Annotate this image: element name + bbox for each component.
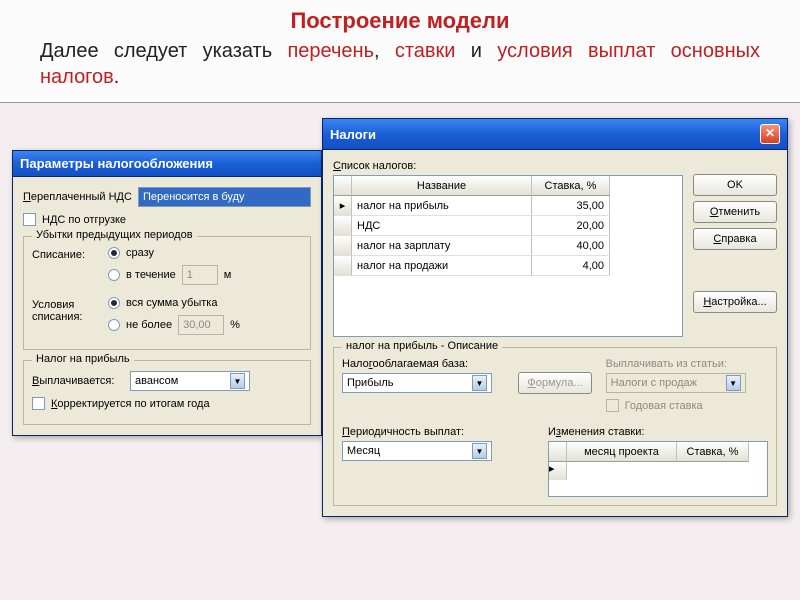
desc-groupbox: налог на прибыль - Описание Налогооблага… xyxy=(333,347,777,506)
chevron-down-icon: ▼ xyxy=(472,375,487,391)
col-name[interactable]: Название xyxy=(352,176,532,196)
cond-label: Условия списания: xyxy=(32,297,100,341)
col-rate[interactable]: Ставка, % xyxy=(532,176,610,196)
chevron-down-icon: ▼ xyxy=(726,375,741,391)
help-button[interactable]: Справка xyxy=(693,228,777,250)
nds-ship-checkbox[interactable] xyxy=(23,213,36,226)
table-row[interactable]: НДС 20,00 xyxy=(334,216,682,236)
col-rate2[interactable]: Ставка, % xyxy=(677,442,749,462)
titlebar-taxes[interactable]: Налоги ✕ xyxy=(323,119,787,150)
chevron-down-icon: ▼ xyxy=(472,443,487,459)
payfrom-combo: Налоги с продаж ▼ xyxy=(606,373,746,393)
profit-legend: Налог на прибыль xyxy=(32,353,134,365)
period-combo[interactable]: Месяц ▼ xyxy=(342,441,492,461)
row-marker-header xyxy=(334,176,352,196)
max-field: 30,00 xyxy=(178,315,224,335)
taxes-window: Налоги ✕ Список налогов: Название Ставка… xyxy=(322,118,788,517)
window-title: Налоги xyxy=(330,127,376,142)
setup-button[interactable]: Настройка... xyxy=(693,291,777,313)
radio-during[interactable] xyxy=(108,269,120,281)
nds-ship-label: НДС по отгрузке xyxy=(42,214,126,226)
radio-full[interactable] xyxy=(108,297,120,309)
slide-header: Построение модели Далее следует указать … xyxy=(0,0,800,103)
max-unit: % xyxy=(230,319,240,331)
opt-during-label: в течение xyxy=(126,269,176,281)
table-row[interactable]: налог на продажи 4,00 xyxy=(334,256,682,276)
tax-list-label: Список налогов: xyxy=(333,160,683,172)
opt-full-label: вся сумма убытка xyxy=(126,297,217,309)
table-row[interactable]: ▸ налог на прибыль 35,00 xyxy=(334,196,682,216)
base-combo[interactable]: Прибыль ▼ xyxy=(342,373,492,393)
cancel-button[interactable]: Отменить xyxy=(693,201,777,223)
close-icon[interactable]: ✕ xyxy=(760,124,780,144)
chevron-down-icon: ▼ xyxy=(230,373,245,389)
radio-max[interactable] xyxy=(108,319,120,331)
corrected-checkbox[interactable] xyxy=(32,397,45,410)
opt-immediate-label: сразу xyxy=(126,247,154,259)
during-field: 1 xyxy=(182,265,218,285)
col-month[interactable]: месяц проекта xyxy=(567,442,677,462)
window-title: Параметры налогообложения xyxy=(20,156,213,171)
tax-table[interactable]: Название Ставка, % ▸ налог на прибыль 35… xyxy=(333,175,683,337)
base-label: Налогооблагаемая база: xyxy=(342,358,504,370)
period-label: Периодичность выплат: xyxy=(342,426,534,438)
changes-label: Изменения ставки: xyxy=(548,426,768,438)
overpaid-nds-combo[interactable]: Переносится в буду xyxy=(138,187,311,207)
desc-legend: налог на прибыль - Описание xyxy=(342,340,502,352)
row-marker-icon: ▸ xyxy=(549,462,567,480)
row-marker-icon: ▸ xyxy=(334,196,352,216)
radio-immediate[interactable] xyxy=(108,247,120,259)
annual-checkbox xyxy=(606,399,619,412)
writeoff-label: Списание: xyxy=(32,247,100,291)
paid-label: Выплачивается: xyxy=(32,375,124,387)
profit-tax-groupbox: Налог на прибыль Выплачивается: авансом … xyxy=(23,360,311,425)
paid-combo[interactable]: авансом ▼ xyxy=(130,371,250,391)
losses-groupbox: Убытки предыдущих периодов Списание: сра… xyxy=(23,236,311,350)
ok-button[interactable]: OK xyxy=(693,174,777,196)
opt-max-label: не более xyxy=(126,319,172,331)
slide-subtitle: Далее следует указать перечень, ставки и… xyxy=(40,38,760,90)
row-marker-header xyxy=(549,442,567,462)
corrected-label: Корректируется по итогам года xyxy=(51,398,210,410)
annual-label: Годовая ставка xyxy=(625,400,703,412)
payfrom-label: Выплачивать из статьи: xyxy=(606,358,768,370)
formula-button: Формула... xyxy=(518,372,591,394)
tax-params-window: Параметры налогообложения ППереплаченный… xyxy=(12,150,322,436)
table-row[interactable]: налог на зарплату 40,00 xyxy=(334,236,682,256)
losses-legend: Убытки предыдущих периодов xyxy=(32,229,197,241)
overpaid-nds-label: ППереплаченный НДСереплаченный НДС xyxy=(23,191,132,203)
slide-title: Построение модели xyxy=(40,8,760,34)
rate-changes-table[interactable]: месяц проекта Ставка, % ▸ xyxy=(548,441,768,497)
titlebar-params[interactable]: Параметры налогообложения xyxy=(13,151,321,177)
during-unit: м xyxy=(224,269,232,281)
